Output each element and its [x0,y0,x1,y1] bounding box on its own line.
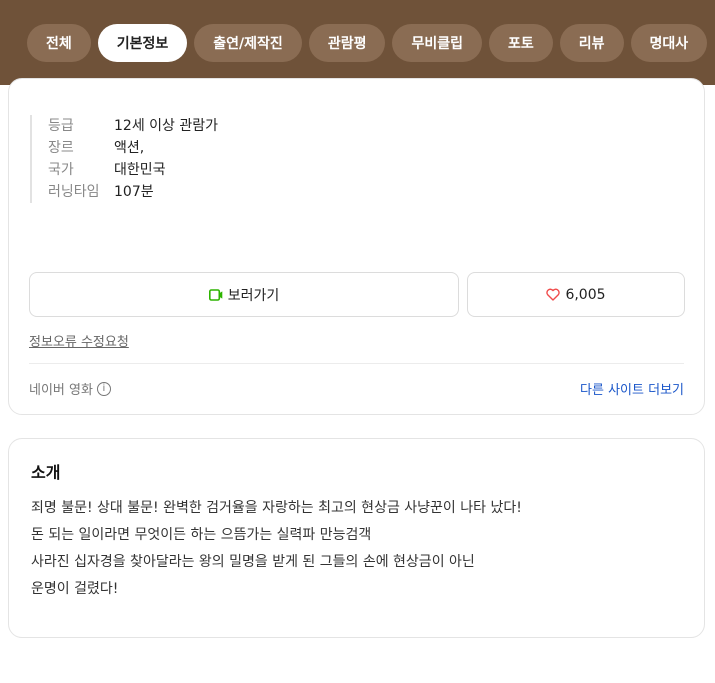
tab-ratings[interactable]: 관람평 [308,24,386,62]
watch-button[interactable]: 보러가기 [29,272,459,317]
meta-row-runtime: 러닝타임 107분 [48,181,218,203]
divider [29,363,684,364]
like-count: 6,005 [565,286,606,303]
meta-key: 장르 [48,140,74,156]
meta-key: 러닝타임 [48,184,100,200]
meta-key: 등급 [48,118,74,134]
like-button[interactable]: 6,005 [467,272,685,317]
meta-value: 107분 [114,184,154,200]
info-circle-icon[interactable]: i [96,381,111,396]
tab-movie-clips[interactable]: 무비클립 [392,24,482,62]
heart-icon [546,288,561,301]
intro-title: 소개 [31,463,61,482]
watch-label: 보러가기 [227,287,280,304]
report-error-link[interactable]: 정보오류 수정요청 [29,331,129,350]
meta-value: 대한민국 [114,162,166,178]
intro-text: 죄명 불문! 상대 불문! 완벽한 검거율을 자랑하는 최고의 현상금 사냥꾼이… [31,495,681,603]
intro-line: 운명이 걸렸다! [31,581,119,597]
meta-value: 액션, [114,140,145,156]
tab-all[interactable]: 전체 [27,24,91,62]
source-label: 네이버 영화 i [29,379,111,398]
intro-card: 소개 죄명 불문! 상대 불문! 완벽한 검거율을 자랑하는 최고의 현상금 사… [8,438,705,638]
meta-row-rating: 등급 12세 이상 관람가 [48,115,218,137]
meta-row-genre: 장르 액션, [48,137,218,159]
source-name: 네이버 영화 [29,383,93,398]
intro-line: 죄명 불문! 상대 불문! 완벽한 검거율을 자랑하는 최고의 현상금 사냥꾼이… [31,500,522,516]
tab-basic-info[interactable]: 기본정보 [97,24,188,62]
meta-row-country: 국가 대한민국 [48,159,218,181]
meta-key: 국가 [48,162,74,178]
meta-value: 12세 이상 관람가 [114,118,218,134]
basic-info-card: 등급 12세 이상 관람가 장르 액션, 국가 대한민국 러닝타임 107분 보… [8,78,705,415]
category-tabs: 전체 기본정보 출연/제작진 관람평 무비클립 포토 리뷰 명대사 [27,24,708,62]
intro-line: 돈 되는 일이라면 무엇이든 하는 으뜸가는 실력파 만능검객 [31,527,372,543]
more-sites-link[interactable]: 다른 사이트 더보기 [580,379,684,398]
play-screen-icon [208,288,223,301]
intro-line: 사라진 십자경을 찾아달라는 왕의 밀명을 받게 된 그들의 손에 현상금이 아… [31,554,475,570]
tab-reviews[interactable]: 리뷰 [559,24,624,62]
movie-meta: 등급 12세 이상 관람가 장르 액션, 국가 대한민국 러닝타임 107분 [30,115,218,203]
tab-photos[interactable]: 포토 [488,24,553,62]
tab-quotes[interactable]: 명대사 [630,24,708,62]
tab-cast-crew[interactable]: 출연/제작진 [194,24,302,62]
